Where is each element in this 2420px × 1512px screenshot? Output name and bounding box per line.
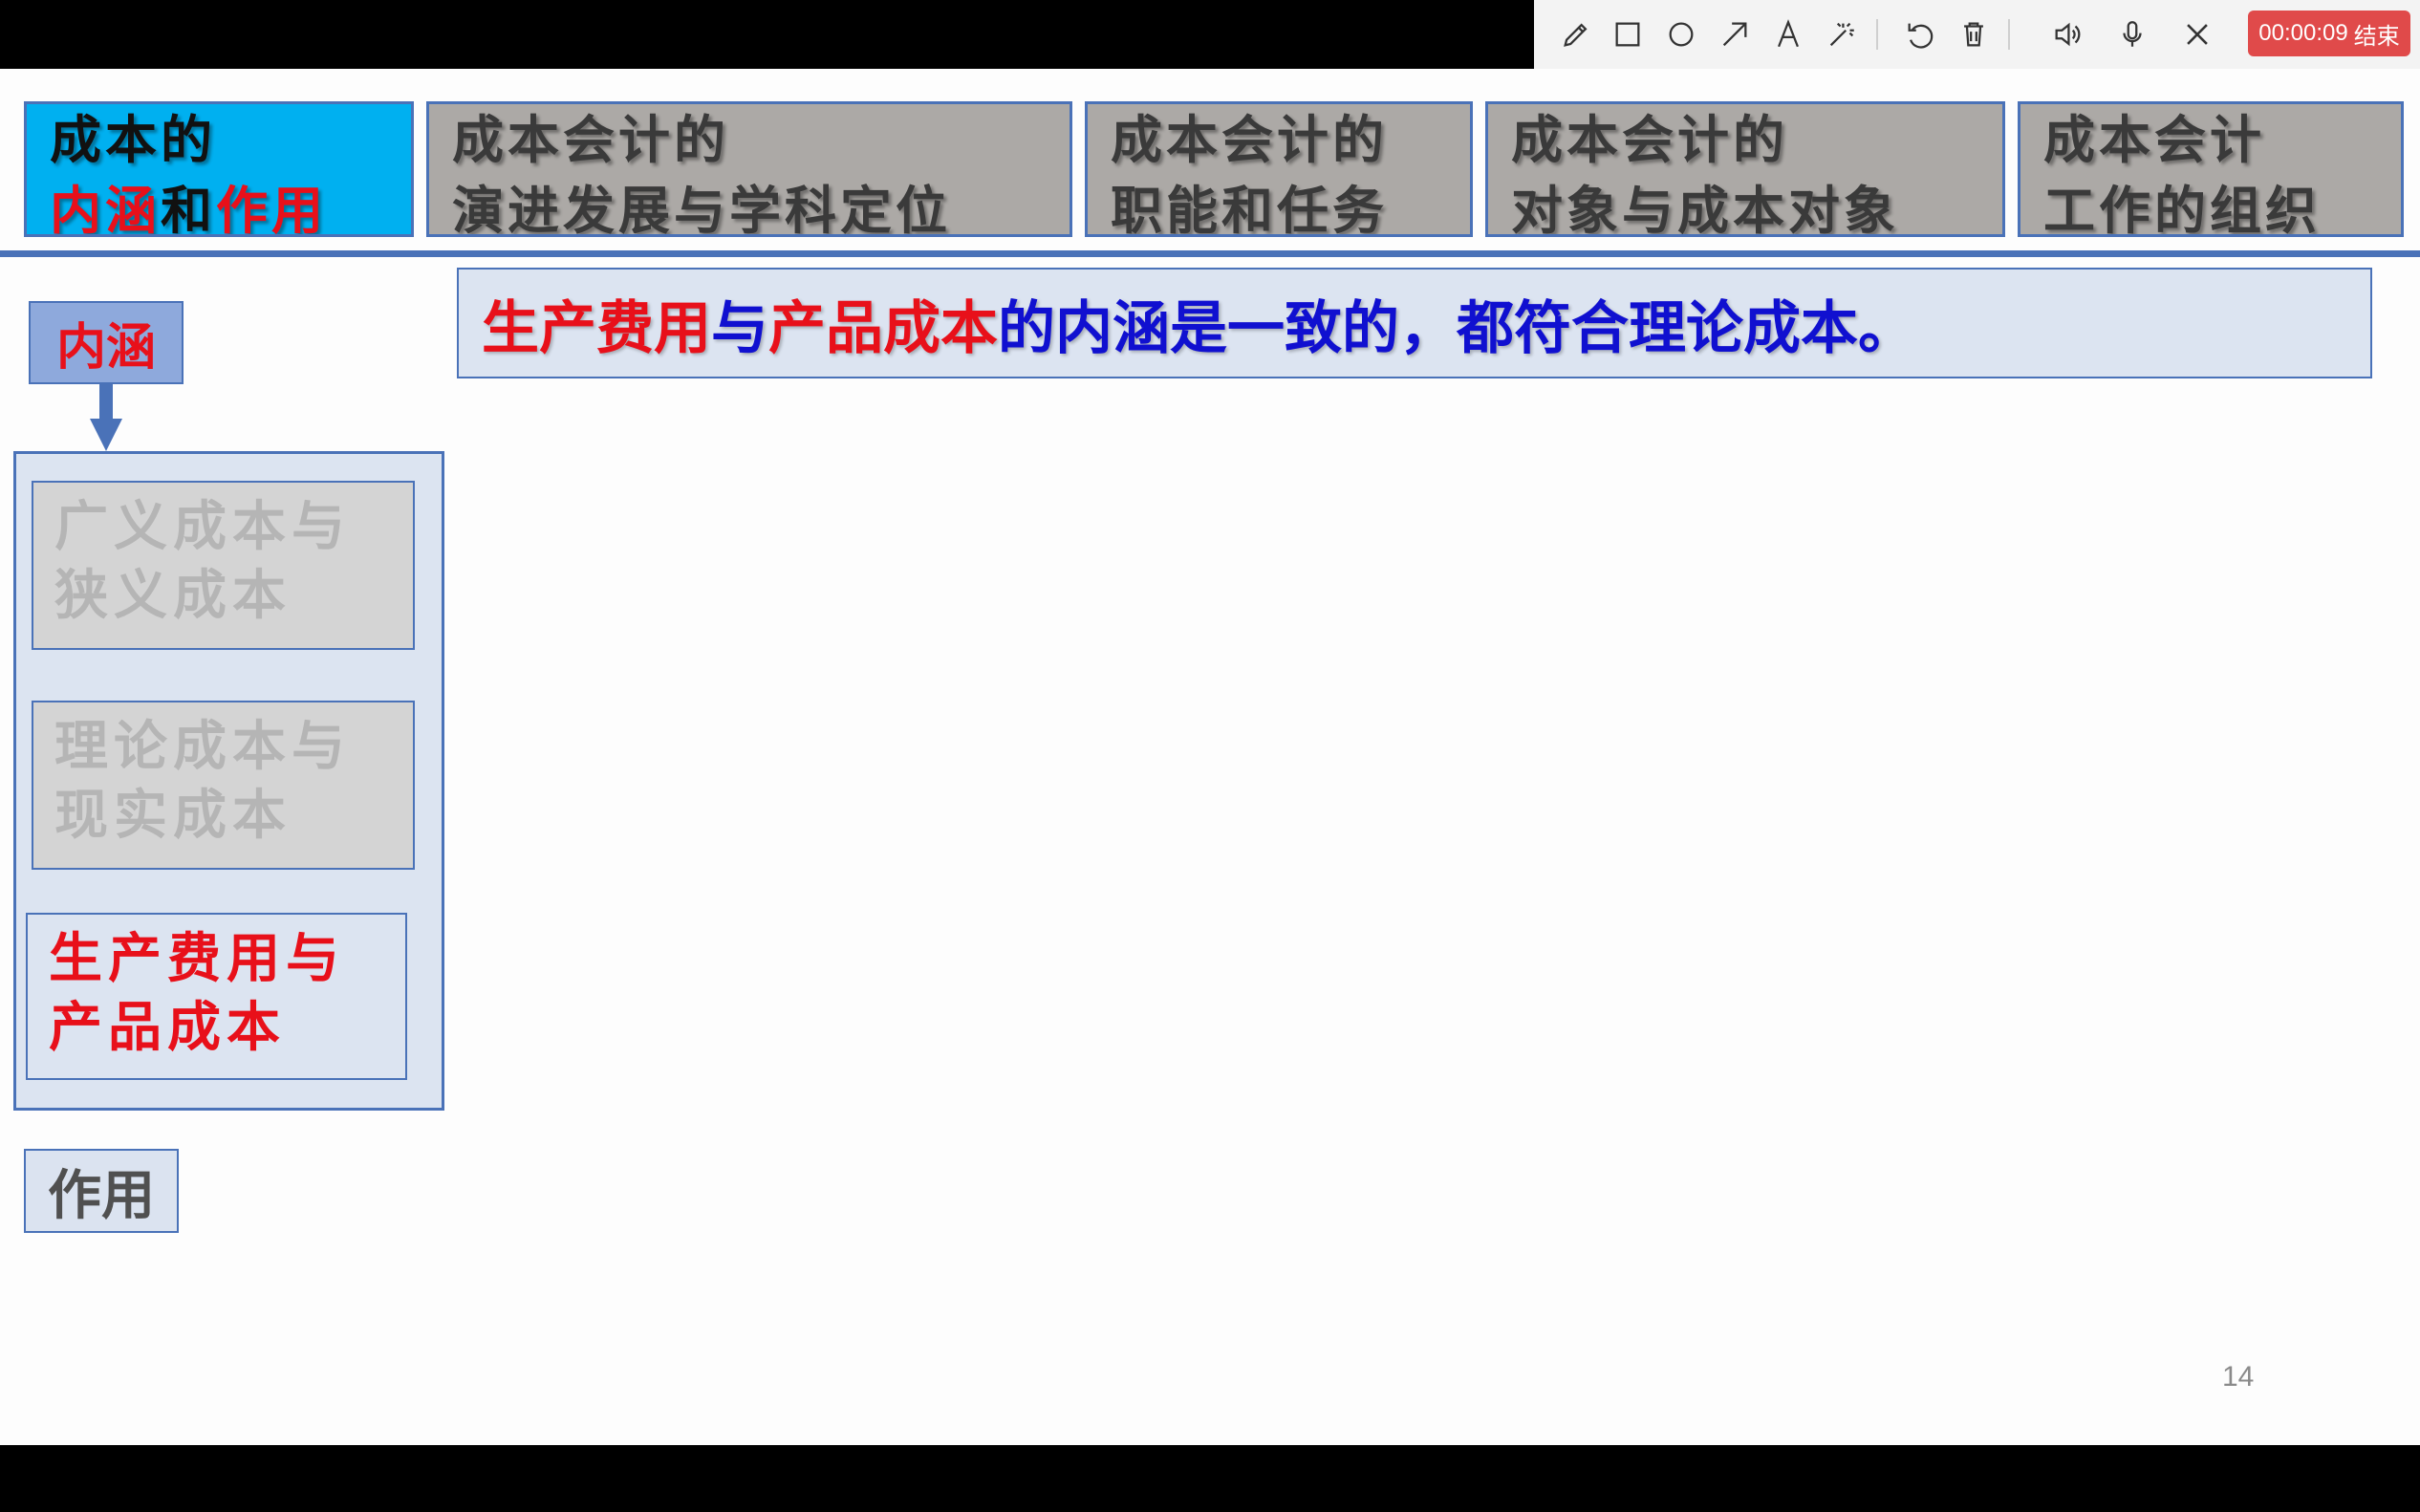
tab-line2: 对象与成本对象 (1511, 180, 1899, 237)
arrow-icon[interactable] (1712, 11, 1758, 57)
statement-part: 产品成本 (768, 294, 998, 362)
item-line2: 现实成本 (54, 784, 292, 847)
tab-line2: 职能和任务 (1111, 180, 1388, 237)
item-line1: 理论成本与 (54, 715, 351, 778)
header-divider (0, 250, 2420, 257)
item-production-expense-product-cost[interactable]: 生产费用与 产品成本 (26, 913, 407, 1080)
item-theoretical-real-cost[interactable]: 理论成本与 现实成本 (32, 701, 415, 870)
timer-readout: 00:00:09 (2258, 20, 2348, 46)
end-recording-button[interactable]: 00:00:09 结束 (2248, 11, 2410, 56)
tab-line2: 内涵和作用 (50, 175, 411, 237)
close-icon[interactable] (2174, 11, 2220, 57)
statement-part: 生产费用 (482, 294, 711, 362)
tab-meaning-and-role[interactable]: 成本的 内涵和作用 (24, 101, 414, 237)
pen-icon[interactable] (1553, 11, 1599, 57)
microphone-icon[interactable] (2109, 11, 2155, 57)
role-label[interactable]: 作用 (24, 1149, 179, 1233)
item-line2: 产品成本 (49, 996, 286, 1059)
item-line1: 生产费用与 (49, 927, 345, 990)
tab-functions[interactable]: 成本会计的 职能和任务 (1085, 101, 1473, 237)
item-broad-narrow-cost[interactable]: 广义成本与 狭义成本 (32, 481, 415, 650)
statement-part: 与 (711, 294, 768, 362)
down-arrow-head (90, 419, 122, 451)
down-arrow-icon (99, 384, 113, 421)
tab-connector: 和 (161, 180, 216, 237)
page-number: 14 (2222, 1361, 2255, 1393)
item-line2: 狭义成本 (54, 564, 292, 627)
tab-line1: 成本的 (50, 109, 216, 170)
statement-part: 的内涵是一致的，都符合理论成本。 (998, 294, 1915, 362)
statement-box: 生产费用与产品成本 的内涵是一致的，都符合理论成本。 (457, 268, 2372, 378)
item-line1: 广义成本与 (54, 495, 351, 558)
circle-icon[interactable] (1658, 11, 1704, 57)
tab-line2: 工作的组织 (2043, 180, 2321, 237)
tab-evolution[interactable]: 成本会计的 演进发展与学科定位 (426, 101, 1072, 237)
tab-line2: 演进发展与学科定位 (452, 180, 951, 237)
undo-icon[interactable] (1897, 11, 1943, 57)
trash-icon[interactable] (1951, 11, 1997, 57)
tab-line1: 成本会计的 (452, 109, 729, 170)
end-label: 结束 (2353, 23, 2400, 50)
tab-organization[interactable]: 成本会计 工作的组织 (2018, 101, 2404, 237)
tab-line1: 成本会计 (2043, 109, 2265, 170)
meaning-label[interactable]: 内涵 (29, 301, 184, 384)
laser-pointer-icon[interactable] (1819, 11, 1865, 57)
bottom-black-bar (0, 1445, 2420, 1512)
tab-keyword: 作用 (216, 180, 327, 237)
text-icon[interactable] (1765, 11, 1811, 57)
meaning-panel: 广义成本与 狭义成本 理论成本与 现实成本 生产费用与 产品成本 (13, 451, 444, 1111)
speaker-icon[interactable] (2044, 11, 2090, 57)
slide-canvas: 成本的 内涵和作用 成本会计的 演进发展与学科定位 成本会计的 职能和任务 成本… (0, 69, 2420, 1445)
tab-keyword: 内涵 (50, 180, 161, 237)
tab-line1: 成本会计的 (1511, 109, 1788, 170)
toolbar-separator (1876, 19, 1878, 50)
tab-objects[interactable]: 成本会计的 对象与成本对象 (1485, 101, 2005, 237)
tab-line1: 成本会计的 (1111, 109, 1388, 170)
rectangle-icon[interactable] (1605, 11, 1651, 57)
toolbar-separator (2008, 19, 2010, 50)
